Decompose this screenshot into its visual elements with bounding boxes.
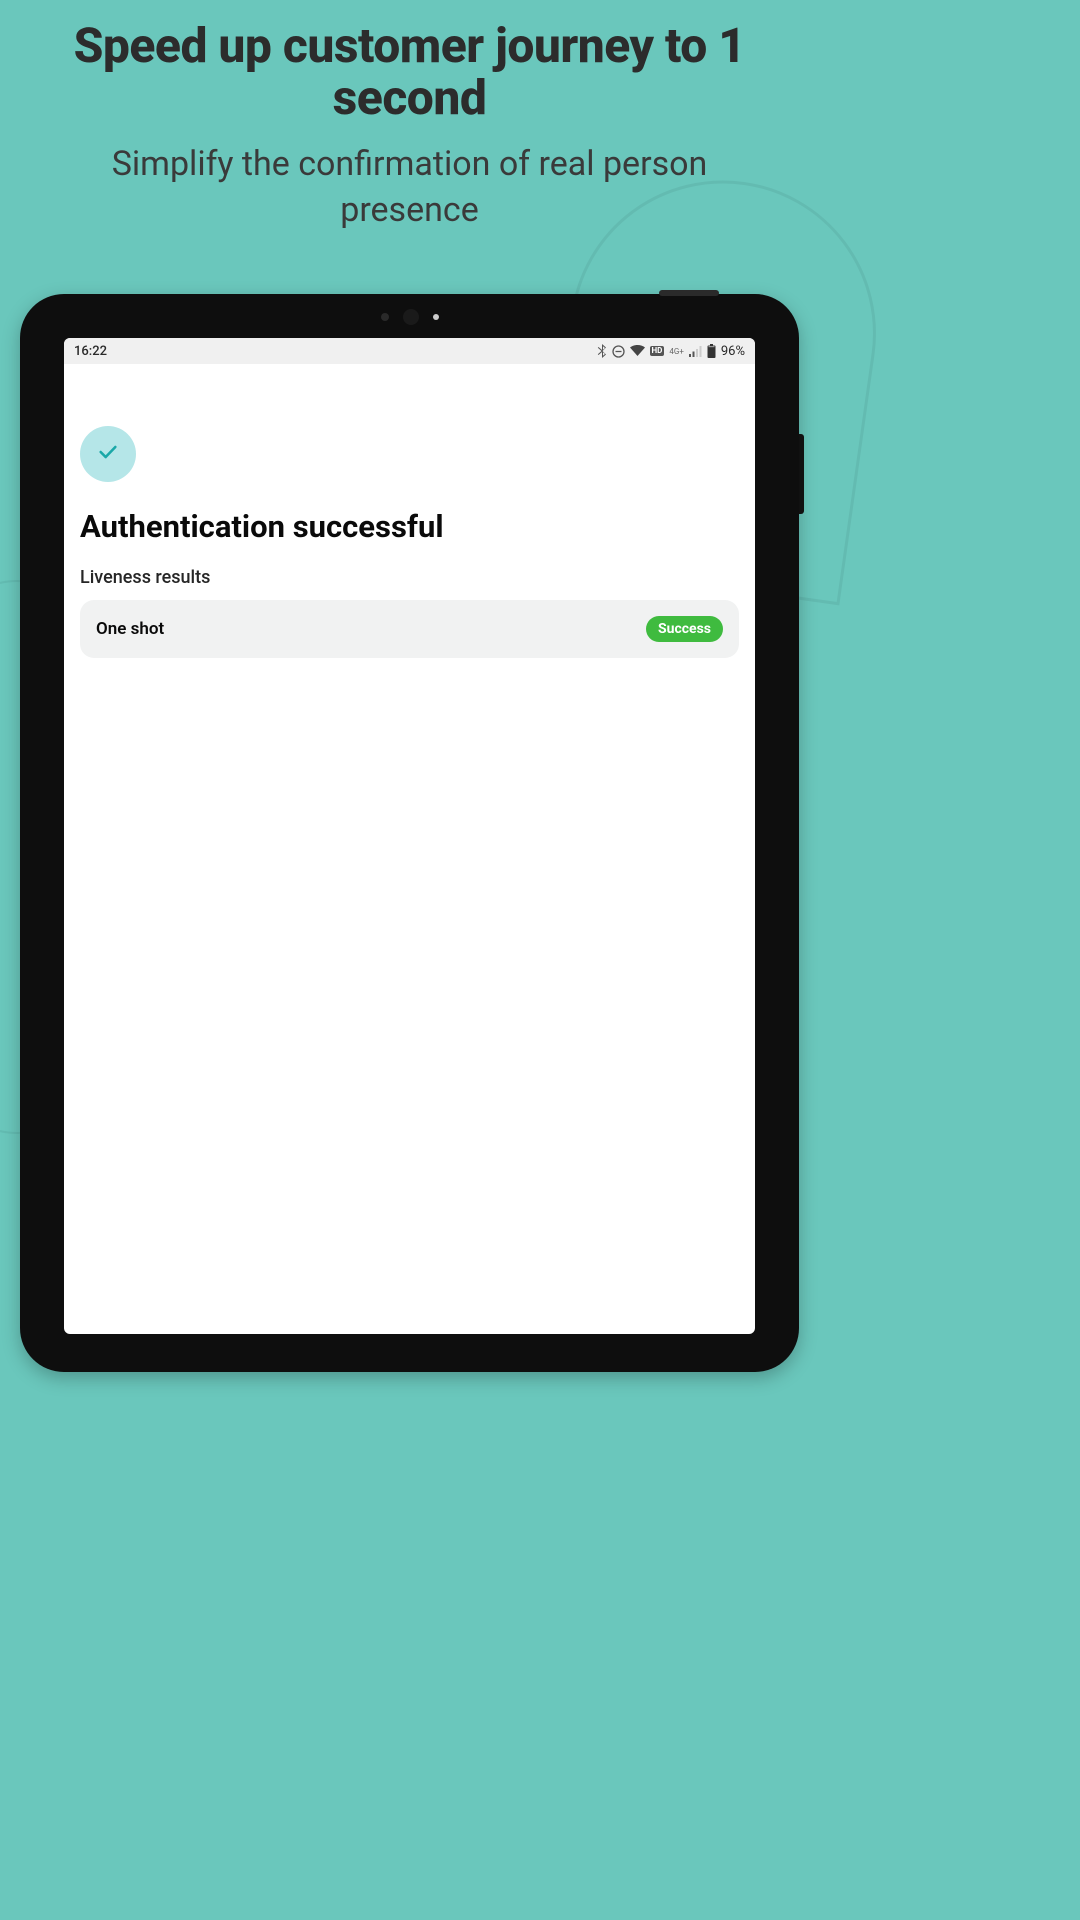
success-check-circle: [80, 426, 136, 482]
screen-content-area: Authentication successful Liveness resul…: [64, 364, 755, 674]
network-type-label: 4G+: [669, 347, 683, 356]
result-name: One shot: [96, 619, 164, 639]
tablet-side-button: [799, 434, 804, 514]
check-icon: [97, 441, 119, 467]
tablet-camera-group: [381, 309, 439, 325]
tablet-screen: 16:22 HD 4G+ 96%: [64, 338, 755, 1334]
flash-dot-icon: [433, 314, 439, 320]
status-icons-group: HD 4G+ 96%: [597, 344, 745, 359]
bluetooth-icon: [597, 344, 607, 358]
hero-subtitle: Simplify the confirmation of real person…: [40, 142, 779, 234]
status-badge: Success: [646, 616, 723, 642]
wifi-icon: [630, 345, 645, 357]
liveness-result-row: One shot Success: [80, 600, 739, 658]
signal-icon: [689, 346, 702, 357]
hd-badge-icon: HD: [650, 346, 665, 356]
battery-icon: [707, 344, 716, 358]
status-time: 16:22: [74, 344, 107, 359]
sensor-dot-icon: [381, 313, 389, 321]
tablet-device-frame: 16:22 HD 4G+ 96%: [20, 294, 799, 1372]
hero-title: Speed up customer journey to 1 second: [40, 20, 779, 124]
battery-percent: 96%: [721, 344, 745, 359]
authentication-title: Authentication successful: [80, 508, 739, 545]
hero-header: Speed up customer journey to 1 second Si…: [0, 0, 819, 233]
android-status-bar: 16:22 HD 4G+ 96%: [64, 338, 755, 364]
liveness-results-label: Liveness results: [80, 567, 739, 588]
camera-lens-icon: [403, 309, 419, 325]
do-not-disturb-icon: [612, 345, 625, 358]
